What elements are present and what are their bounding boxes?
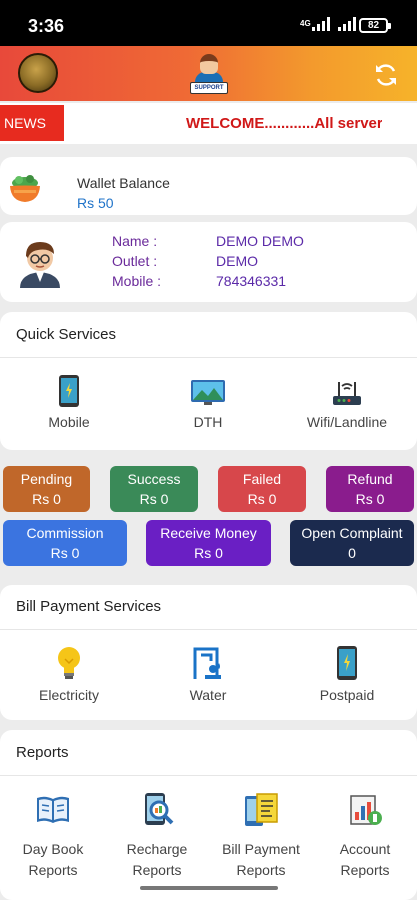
battery-level: 82	[367, 20, 380, 31]
divider	[0, 357, 417, 358]
report-recharge-label: Recharge Reports	[109, 839, 205, 881]
water-icon	[193, 647, 221, 679]
report-day-book[interactable]: Day Book Reports	[5, 792, 101, 881]
stat-complaint-label: Open Complaint	[301, 525, 403, 541]
wallet-amount: Rs 50	[77, 195, 114, 211]
report-account-line1: Account	[339, 841, 391, 857]
stat-failed-value: Rs 0	[247, 491, 277, 507]
phone-icon	[337, 646, 357, 680]
stat-complaint-value: 0	[348, 545, 356, 561]
signal-icon-2	[338, 17, 356, 31]
stat-receive-money[interactable]: Receive Money Rs 0	[146, 520, 271, 566]
stat-failed[interactable]: Failed Rs 0	[218, 466, 306, 512]
stat-success-label: Success	[127, 471, 181, 487]
service-wifi-landline[interactable]: Wifi/Landline	[292, 374, 402, 430]
stat-failed-label: Failed	[242, 471, 282, 487]
report-day-book-label: Day Book Reports	[5, 839, 101, 881]
report-account[interactable]: Account Reports	[317, 792, 413, 881]
bill-postpaid-label: Postpaid	[319, 687, 375, 703]
divider	[0, 629, 417, 630]
stat-refund-value: Rs 0	[355, 491, 385, 507]
book-icon	[37, 796, 69, 823]
bulb-icon	[58, 647, 80, 679]
status-time: 3:36	[28, 16, 65, 36]
gesture-home-bar[interactable]	[140, 886, 278, 890]
wallet-bowl-icon	[10, 175, 40, 202]
stat-receive-label: Receive Money	[160, 525, 257, 541]
wallet-card[interactable]: Wallet Balance Rs 50	[0, 157, 417, 215]
service-dth-label: DTH	[193, 414, 223, 430]
stat-receive-value: Rs 0	[194, 545, 223, 561]
profile-card: Name : DEMO DEMO Outlet : DEMO Mobile : …	[0, 222, 417, 302]
mobile-label: Mobile :	[112, 273, 162, 289]
mobile-icon	[59, 375, 79, 407]
stat-commission[interactable]: Commission Rs 0	[3, 520, 127, 566]
report-day-book-line2: Reports	[28, 862, 78, 878]
wallet-title: Wallet Balance	[77, 175, 170, 191]
report-day-book-line1: Day Book	[22, 841, 84, 857]
service-dth[interactable]: DTH	[153, 374, 263, 430]
mobile-value: 784346331	[216, 273, 287, 289]
report-bill-payment-line2: Reports	[236, 862, 286, 878]
app-bar: SUPPORT	[0, 46, 417, 101]
stat-pending-value: Rs 0	[32, 491, 61, 507]
outlet-value: DEMO	[216, 253, 258, 269]
bill-water-label: Water	[189, 687, 227, 703]
bill-payment-card: Bill Payment Services Electricity Water …	[0, 585, 417, 720]
support-button[interactable]: SUPPORT	[189, 52, 229, 96]
service-wifi-label: Wifi/Landline	[306, 414, 388, 430]
stat-commission-value: Rs 0	[50, 545, 80, 561]
stat-refund-label: Refund	[347, 471, 393, 487]
stat-success-value: Rs 0	[139, 491, 169, 507]
report-bill-payment[interactable]: Bill Payment Reports	[213, 792, 309, 881]
report-account-line2: Reports	[340, 862, 390, 878]
report-bill-payment-label: Bill Payment Reports	[213, 839, 309, 881]
stat-refund[interactable]: Refund Rs 0	[326, 466, 414, 512]
recharge-report-icon	[145, 793, 174, 825]
stat-success[interactable]: Success Rs 0	[110, 466, 198, 512]
stat-commission-label: Commission	[26, 525, 104, 541]
report-recharge-line1: Recharge	[126, 841, 188, 857]
report-recharge[interactable]: Recharge Reports	[109, 792, 205, 881]
network-type: 4G	[300, 19, 311, 28]
refresh-icon[interactable]	[373, 62, 399, 88]
router-icon	[333, 382, 361, 405]
bill-water[interactable]: Water	[153, 645, 263, 703]
quick-services-card: Quick Services Mobile DTH Wifi/Landline	[0, 312, 417, 450]
battery-icon: 82	[359, 18, 391, 33]
stat-pending[interactable]: Pending Rs 0	[3, 466, 90, 512]
app-logo[interactable]	[18, 53, 58, 93]
bill-electricity[interactable]: Electricity	[14, 645, 124, 703]
report-bill-payment-line1: Bill Payment	[222, 841, 300, 857]
dth-icon	[191, 380, 225, 405]
news-ticker: WELCOME............All server	[186, 115, 382, 132]
report-account-label: Account Reports	[317, 839, 413, 881]
bill-electricity-label: Electricity	[39, 687, 99, 703]
account-report-icon	[350, 795, 382, 825]
stat-open-complaint[interactable]: Open Complaint 0	[290, 520, 414, 566]
divider	[0, 775, 417, 776]
outlet-label: Outlet :	[112, 253, 158, 269]
bill-report-icon	[245, 793, 278, 826]
stat-pending-label: Pending	[20, 471, 73, 487]
news-label: NEWS	[0, 105, 64, 141]
support-label: SUPPORT	[190, 82, 228, 94]
news-bar: NEWS WELCOME............All server	[0, 103, 417, 144]
reports-card: Reports Day Book Reports Recharge Reports	[0, 730, 417, 900]
name-label: Name :	[112, 233, 158, 249]
quick-services-title: Quick Services	[16, 326, 117, 343]
bill-postpaid[interactable]: Postpaid	[292, 645, 402, 703]
status-bar: 3:36 4G 82	[0, 0, 417, 46]
report-recharge-line2: Reports	[132, 862, 182, 878]
service-mobile-label: Mobile	[48, 414, 90, 430]
reports-title: Reports	[16, 744, 69, 761]
name-value: DEMO DEMO	[216, 233, 304, 249]
support-agent-icon	[200, 54, 218, 74]
user-avatar	[20, 242, 60, 288]
bill-payment-title: Bill Payment Services	[16, 598, 162, 615]
signal-icon	[312, 17, 330, 31]
service-mobile[interactable]: Mobile	[14, 374, 124, 430]
